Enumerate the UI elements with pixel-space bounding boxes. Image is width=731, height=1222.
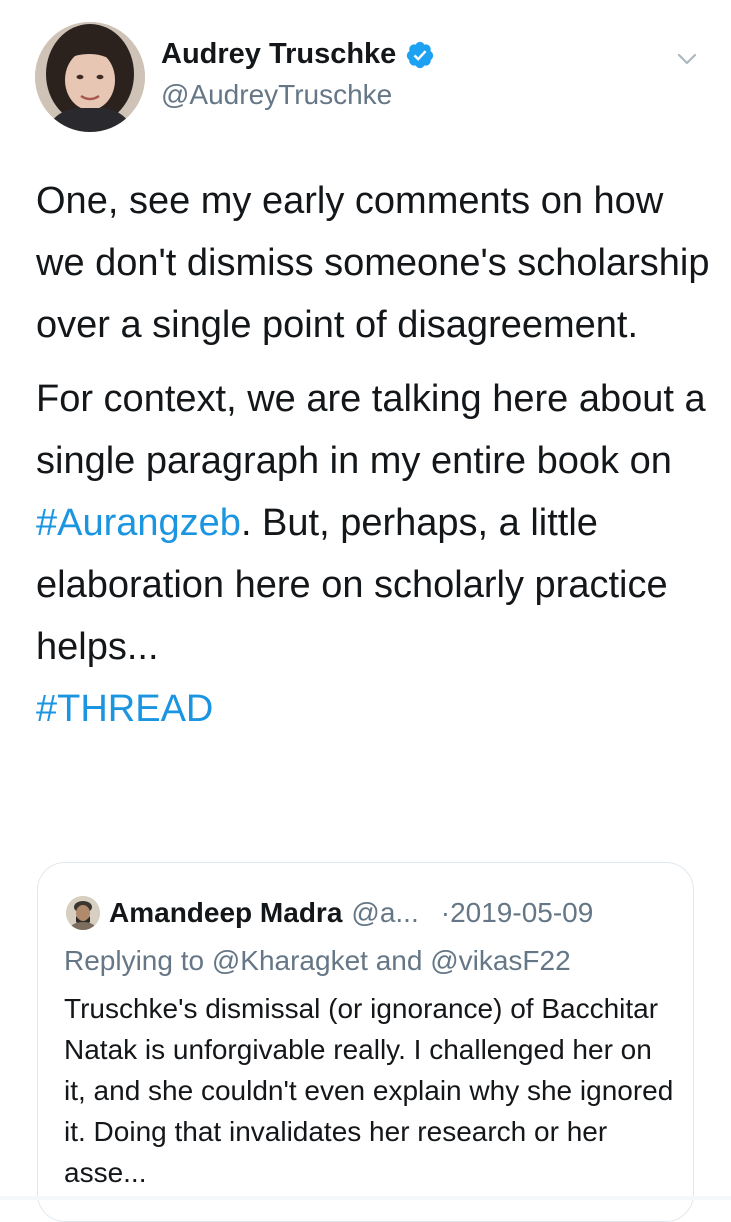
author-handle[interactable]: @AudreyTruschke xyxy=(161,79,392,111)
author-name-row: Audrey Truschke xyxy=(161,38,435,71)
author-display-name[interactable]: Audrey Truschke xyxy=(161,38,396,71)
quoted-tweet-card[interactable]: Amandeep Madra @a... ·2019-05-09 Replyin… xyxy=(37,862,694,1222)
verified-badge-icon xyxy=(405,40,435,70)
hashtag-aurangzeb-link[interactable]: #Aurangzeb xyxy=(36,502,241,544)
quoted-author-avatar xyxy=(66,896,100,930)
quoted-author-handle: @a... xyxy=(351,897,419,928)
quoted-tweet-date: ·2019-05-09 xyxy=(440,897,594,928)
tweet-paragraph-2: For context, we are talking here about a… xyxy=(36,368,716,740)
tweet-paragraph-1: One, see my early comments on how we don… xyxy=(36,180,710,346)
bottom-edge-divider xyxy=(0,1196,731,1200)
quoted-tweet-header: Amandeep Madra @a... ·2019-05-09 xyxy=(66,895,593,931)
tweet-paragraph-2-text-a: For context, we are talking here about a… xyxy=(36,378,706,482)
tweet-text: One, see my early comments on how we don… xyxy=(36,170,716,740)
quoted-tweet-body: Truschke's dismissal (or ignorance) of B… xyxy=(64,993,674,1188)
author-avatar[interactable] xyxy=(35,22,145,132)
quoted-author-name: Amandeep Madra xyxy=(109,897,343,928)
hashtag-thread-link[interactable]: #THREAD xyxy=(36,688,213,730)
quoted-replying-to: Replying to @Kharagket and @vikasF22 xyxy=(64,945,571,976)
tweet-header: Audrey Truschke @AudreyTruschke xyxy=(0,0,731,160)
chevron-down-icon[interactable] xyxy=(676,50,698,68)
